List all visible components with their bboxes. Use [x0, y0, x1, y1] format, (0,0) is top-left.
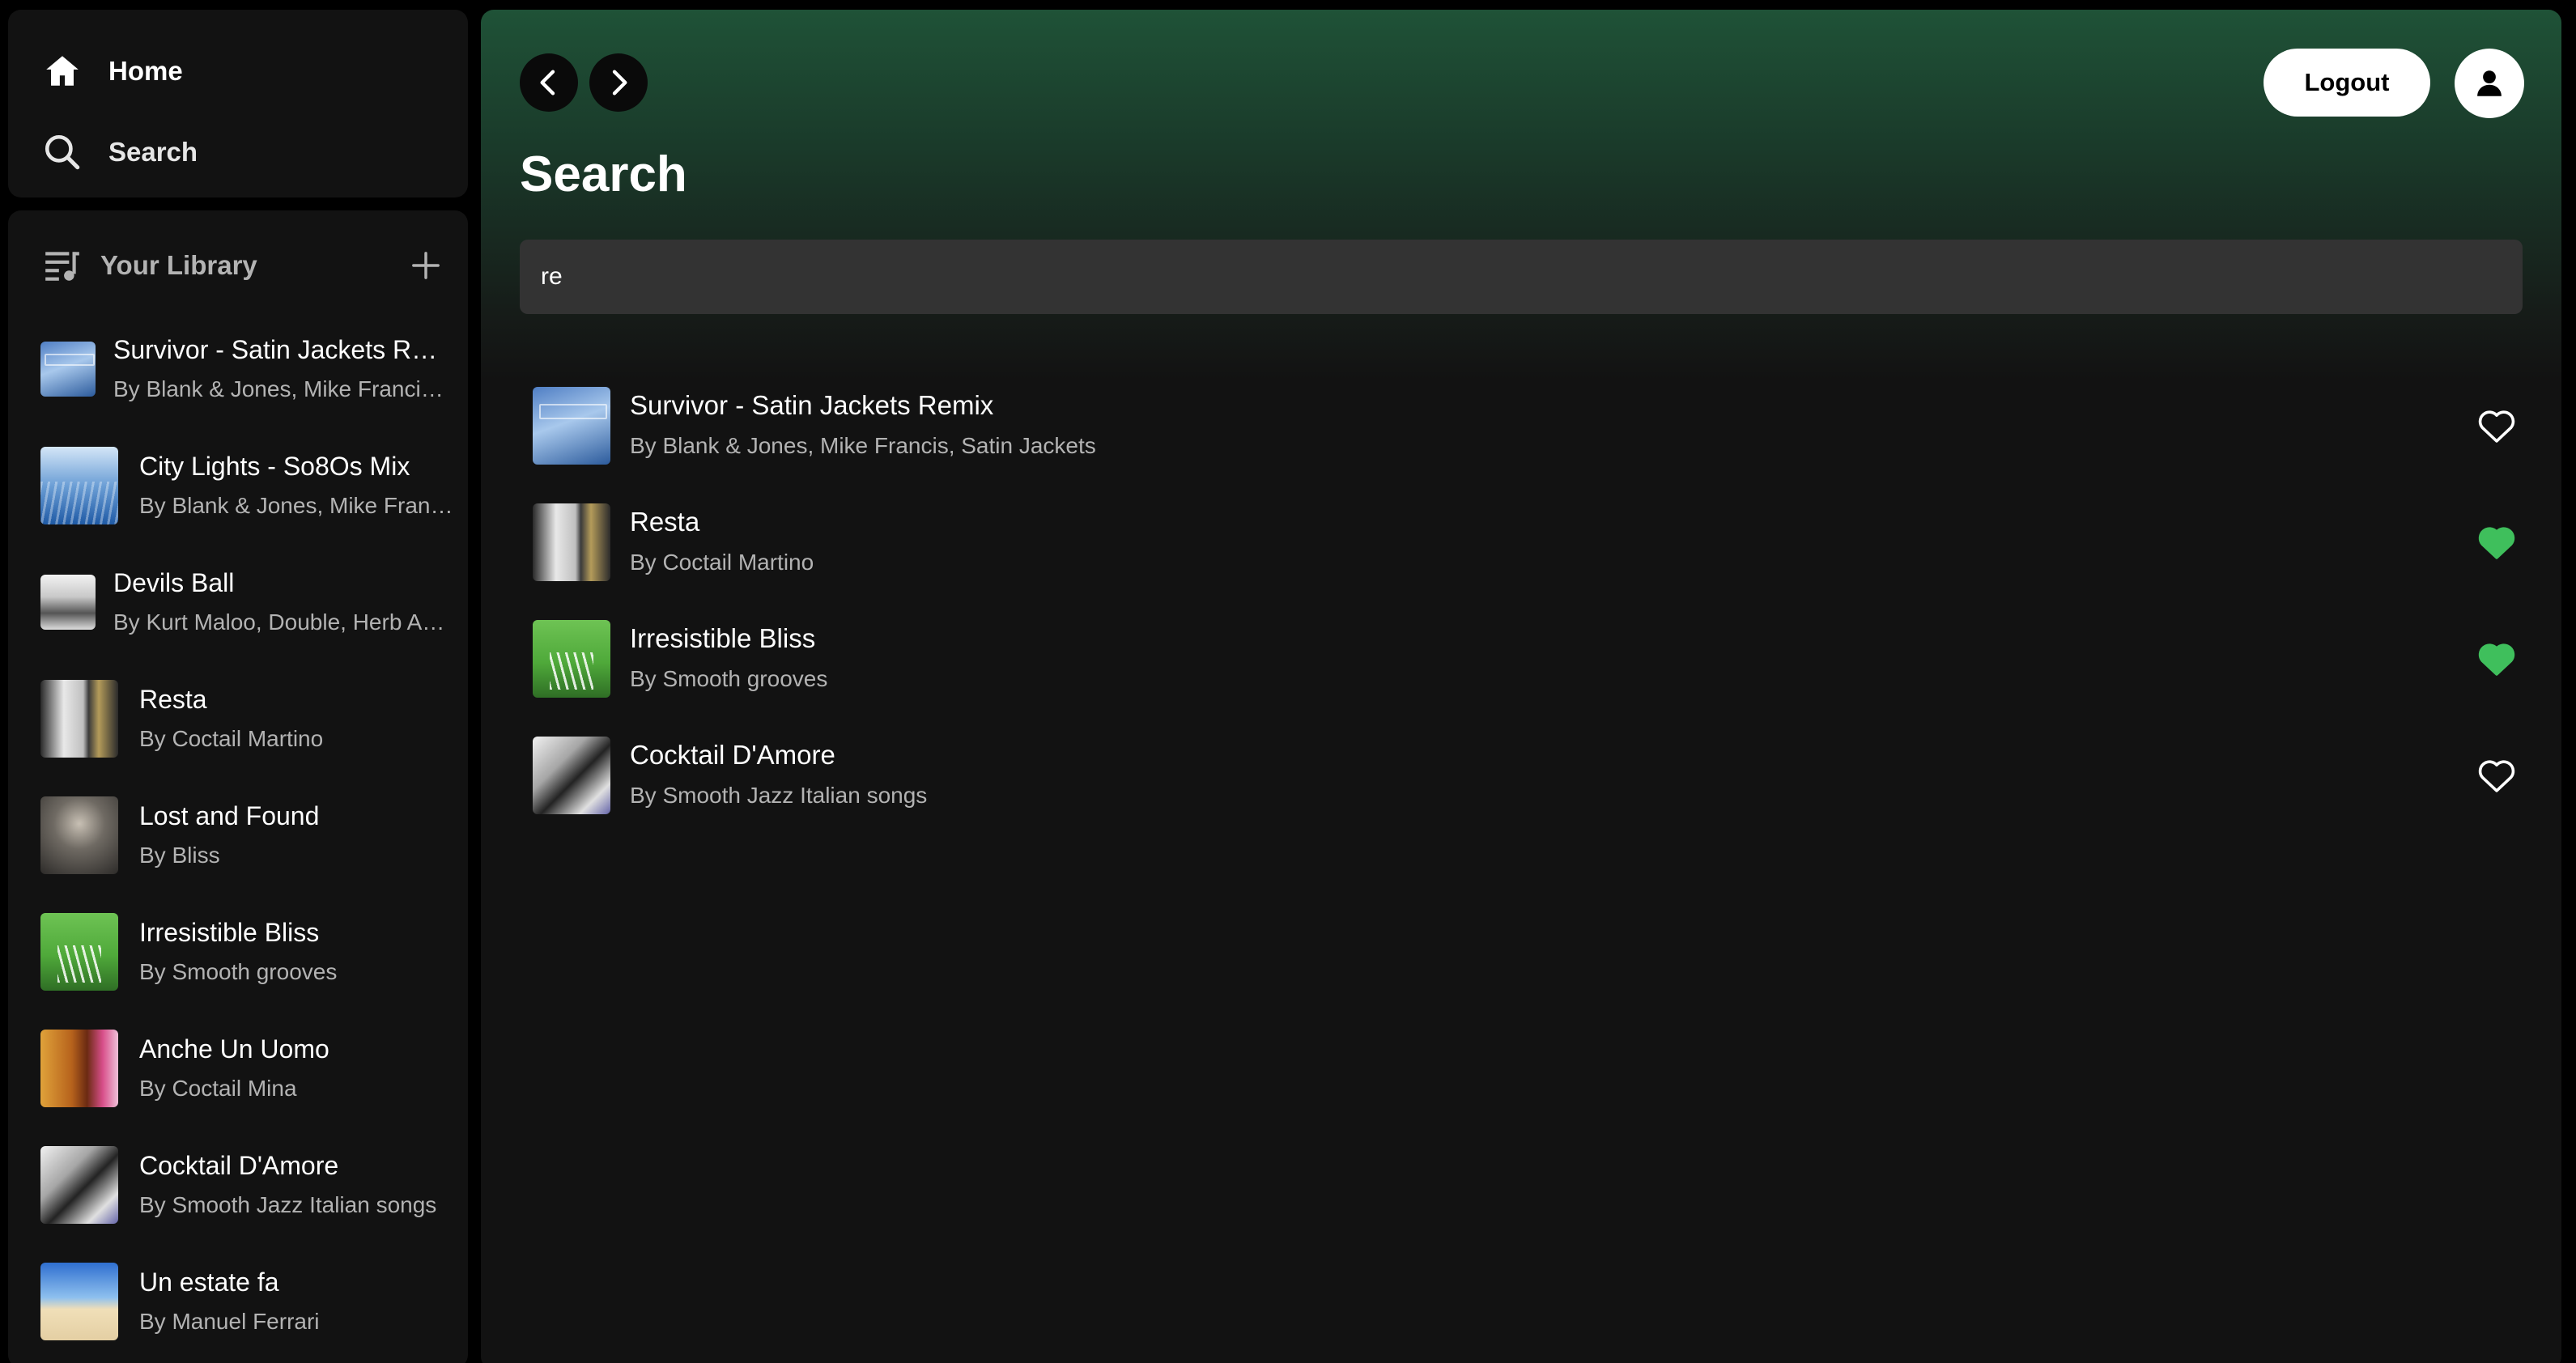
library-item[interactable]: City Lights - So8Os Mix By Blank & Jones…: [40, 427, 453, 544]
search-result-row[interactable]: Cocktail D'Amore By Smooth Jazz Italian …: [520, 717, 2523, 834]
search-result-row[interactable]: Survivor - Satin Jackets Remix By Blank …: [520, 367, 2523, 484]
library-item-title: Anche Un Uomo: [139, 1034, 329, 1064]
nav-home-label: Home: [108, 56, 183, 86]
nav-home[interactable]: Home: [42, 39, 183, 104]
library-item[interactable]: Irresistible Bliss By Smooth grooves: [40, 894, 453, 1010]
library-title: Your Library: [100, 250, 257, 280]
library-item-subtitle: By Blank & Jones, Mike Francis, Satin Ja…: [113, 376, 445, 401]
library-item-subtitle: By Kurt Maloo, Double, Herb Alpert: [113, 609, 445, 635]
heart-outline-icon[interactable]: [2477, 758, 2516, 793]
album-cover: [40, 913, 118, 991]
library-item-title: City Lights - So8Os Mix: [139, 452, 410, 481]
library-item-subtitle: By Manuel Ferrari: [139, 1309, 320, 1334]
library-item-title: Irresistible Bliss: [139, 918, 320, 947]
library-item-title: Lost and Found: [139, 801, 320, 830]
chevron-left-icon: [533, 66, 565, 99]
library-item-subtitle: By Smooth grooves: [139, 959, 338, 984]
nav-search-label: Search: [108, 137, 198, 167]
library-item[interactable]: Survivor - Satin Jackets Remix By Blank …: [40, 311, 453, 427]
nav-search[interactable]: Search: [42, 120, 198, 185]
result-subtitle: By Smooth grooves: [630, 666, 828, 691]
search-result-row[interactable]: Irresistible Bliss By Smooth grooves: [520, 601, 2523, 717]
album-cover: [40, 575, 96, 630]
album-cover: [40, 1263, 118, 1340]
album-cover: [40, 796, 118, 874]
library-item[interactable]: Lost and Found By Bliss: [40, 777, 453, 894]
chevron-right-icon: [602, 66, 635, 99]
album-cover: [533, 503, 610, 581]
library-header[interactable]: Your Library: [42, 233, 447, 298]
library-item-title: Resta: [139, 685, 207, 714]
result-subtitle: By Blank & Jones, Mike Francis, Satin Ja…: [630, 433, 1096, 458]
result-subtitle: By Coctail Martino: [630, 550, 814, 575]
back-button[interactable]: [520, 53, 578, 112]
album-cover: [40, 342, 96, 397]
library-item-title: Devils Ball: [113, 568, 235, 597]
home-icon: [42, 51, 83, 91]
heart-filled-icon[interactable]: [2477, 641, 2516, 677]
library-item-subtitle: By Coctail Mina: [139, 1076, 297, 1101]
search-icon: [42, 132, 83, 172]
forward-button[interactable]: [589, 53, 648, 112]
heart-outline-icon[interactable]: [2477, 408, 2516, 444]
search-results: Survivor - Satin Jackets Remix By Blank …: [520, 367, 2523, 834]
library-item[interactable]: Un estate fa By Manuel Ferrari: [40, 1243, 453, 1360]
result-title: Cocktail D'Amore: [630, 740, 835, 770]
result-subtitle: By Smooth Jazz Italian songs: [630, 783, 928, 808]
album-cover: [40, 1030, 118, 1107]
library-item[interactable]: Devils Ball By Kurt Maloo, Double, Herb …: [40, 544, 453, 660]
library-item[interactable]: Cocktail D'Amore By Smooth Jazz Italian …: [40, 1127, 453, 1243]
library-item-subtitle: By Blank & Jones, Mike Francis: [139, 493, 453, 518]
heart-filled-icon[interactable]: [2477, 524, 2516, 560]
library-item[interactable]: Anche Un Uomo By Coctail Mina: [40, 1010, 453, 1127]
library-panel: Your Library Survivor - Satin Jackets Re…: [8, 210, 468, 1363]
page-title: Search: [520, 146, 687, 202]
result-title: Irresistible Bliss: [630, 623, 816, 653]
result-title: Resta: [630, 507, 700, 537]
library-item-title: Cocktail D'Amore: [139, 1151, 339, 1180]
library-item-subtitle: By Smooth Jazz Italian songs: [139, 1192, 437, 1217]
library-item-subtitle: By Bliss: [139, 843, 220, 868]
library-list: Survivor - Satin Jackets Remix By Blank …: [40, 311, 453, 1360]
album-cover: [533, 620, 610, 698]
logout-button[interactable]: Logout: [2264, 49, 2430, 117]
search-result-row[interactable]: Resta By Coctail Martino: [520, 484, 2523, 601]
user-icon: [2472, 66, 2506, 100]
sidebar-nav: Home Search: [8, 10, 468, 197]
library-item-subtitle: By Coctail Martino: [139, 726, 324, 751]
album-cover: [533, 387, 610, 465]
library-item-title: Un estate fa: [139, 1267, 279, 1297]
search-input[interactable]: [520, 240, 2523, 314]
album-cover: [40, 680, 118, 758]
result-title: Survivor - Satin Jackets Remix: [630, 390, 994, 420]
album-cover: [40, 447, 118, 524]
user-profile-button[interactable]: [2455, 49, 2524, 118]
album-cover: [533, 737, 610, 814]
album-cover: [40, 1146, 118, 1224]
library-icon: [42, 245, 83, 286]
main-panel: Logout Search Survivor - Satin Jackets R…: [481, 10, 2561, 1363]
add-icon[interactable]: [405, 244, 447, 287]
library-item-title: Survivor - Satin Jackets Remix: [113, 335, 445, 364]
library-item[interactable]: Resta By Coctail Martino: [40, 660, 453, 777]
